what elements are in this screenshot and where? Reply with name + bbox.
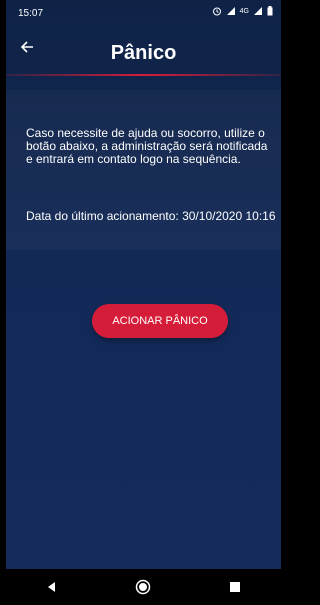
nav-recents-icon — [230, 582, 241, 592]
title-underline — [6, 74, 281, 76]
status-time: 15:07 — [18, 8, 44, 19]
app-bar: Pânico — [6, 24, 281, 76]
panic-button[interactable]: ACIONAR PÂNICO — [92, 304, 228, 338]
nav-back-icon — [47, 582, 55, 592]
nav-home-icon — [136, 579, 151, 595]
panic-description: Caso necessite de ajuda ou socorro, util… — [26, 126, 268, 166]
battery-icon — [267, 6, 273, 16]
nav-back-button[interactable] — [38, 573, 66, 601]
status-bar: 15:07 4G — [6, 0, 281, 24]
signal-icon — [226, 7, 235, 15]
nav-recents-button[interactable] — [221, 573, 249, 601]
app-screen: 15:07 4G Pânico Caso necessite de ajuda … — [6, 0, 281, 605]
info-section — [6, 90, 281, 250]
nav-home-button[interactable] — [129, 573, 157, 601]
page-title: Pânico — [110, 42, 177, 64]
network-type: 4G — [239, 7, 249, 15]
status-icons: 4G — [212, 6, 273, 16]
alarm-icon — [212, 7, 221, 16]
signal-icon-2 — [254, 7, 262, 15]
system-nav-bar — [6, 569, 281, 605]
last-activation-text: Data do último acionamento: 30/10/2020 1… — [26, 209, 276, 223]
